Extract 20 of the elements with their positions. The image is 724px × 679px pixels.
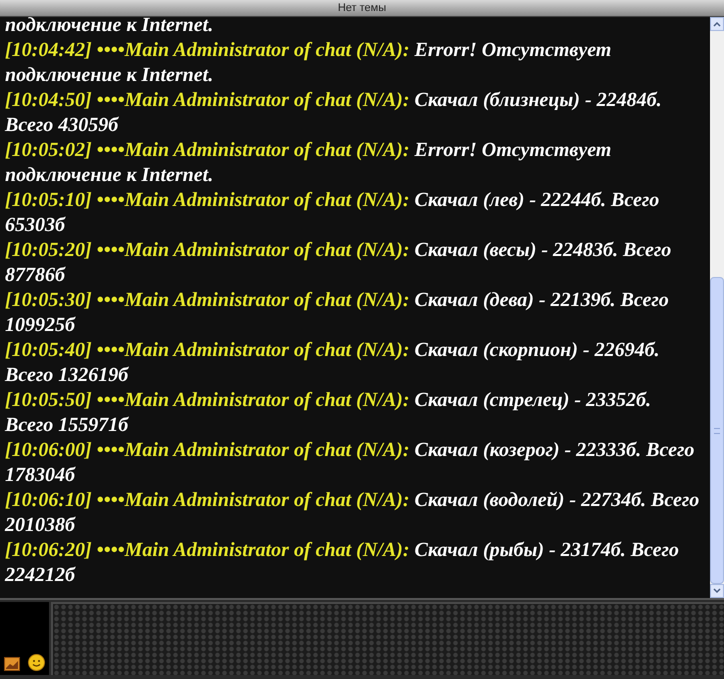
chat-message: [10:05:40] ••••Main Administrator of chat (N/A): Скачал (скорпион) - 22694б. Всего 132619б — [5, 338, 661, 388]
smiley-icon[interactable] — [28, 654, 45, 671]
chat-message: [10:06:10] ••••Main Administrator of chat (N/A): Скачал (водолей) - 22734б. Всего 201038б — [5, 488, 700, 538]
chat-message: [10:04:42] ••••Main Administrator of chat (N/A): Errorr! Отсутствует подключение к Internet. — [5, 38, 612, 88]
chat-message: [10:05:10] ••••Main Administrator of chat (N/A): Скачал (лев) - 22244б. Всего 65303б — [5, 188, 660, 238]
window-title: Нет темы — [338, 2, 386, 14]
message-input[interactable] — [51, 602, 724, 675]
chat-message: [10:06:20] ••••Main Administrator of chat (N/A): Скачал (рыбы) - 23174б. Всего 224212б — [5, 538, 680, 588]
chat-message: [10:05:02] ••••Main Administrator of chat (N/A): Errorr! Отсутствует подключение к Internet. — [5, 138, 612, 188]
chat-message: [10:05:20] ••••Main Administrator of chat (N/A): Скачал (весы) - 22483б. Всего 87786б — [5, 238, 672, 288]
scroll-thumb[interactable] — [710, 277, 724, 584]
scroll-down-icon[interactable] — [710, 584, 724, 598]
chat-message: [10:05:30] ••••Main Administrator of chat (N/A): Скачал (дева) - 22139б. Всего 109925б — [5, 288, 670, 338]
scrollbar[interactable] — [710, 17, 724, 598]
chat-message: [10:05:50] ••••Main Administrator of chat (N/A): Скачал (стрелец) - 23352б. Всего 155971б — [5, 388, 652, 438]
message-text: подключение к Internet. — [5, 17, 214, 38]
image-icon[interactable] — [4, 657, 20, 671]
chat-message: [10:06:00] ••••Main Administrator of chat (N/A): Скачал (козерог) - 22333б. Всего 178304б — [5, 438, 696, 488]
scroll-up-icon[interactable] — [710, 17, 724, 31]
chat-message: [10:04:50] ••••Main Administrator of chat (N/A): Скачал (близнецы) - 22484б. Всего 43059б — [5, 88, 663, 138]
